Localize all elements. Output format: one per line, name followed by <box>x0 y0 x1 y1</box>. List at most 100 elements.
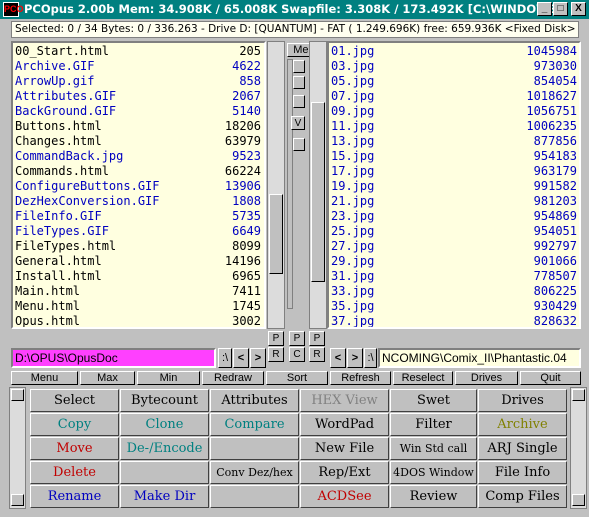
minimize-button[interactable]: _ <box>537 2 552 16</box>
center-toggle-4[interactable] <box>293 138 305 151</box>
file-row[interactable]: 13.jpg 877856 <box>331 134 577 149</box>
left-file-lister[interactable]: 00_Start.html 205 Archive.GIF 4622 ArrowUp.g… <box>11 41 266 329</box>
button-acdsee[interactable]: ACDSee <box>300 485 389 508</box>
right-r-button[interactable]: R <box>309 347 325 362</box>
app-icon[interactable]: PCO <box>3 2 24 17</box>
file-row[interactable]: 29.jpg 901066 <box>331 254 577 269</box>
button-file-info[interactable]: File Info <box>478 461 567 484</box>
file-row[interactable]: FileTypes.html 8099 <box>15 239 261 254</box>
right-bank-up[interactable] <box>572 389 585 401</box>
button-make-dir[interactable]: Make Dir <box>120 485 209 508</box>
left-p-button[interactable]: P <box>268 331 284 346</box>
file-row[interactable]: Commands.html 66224 <box>15 164 261 179</box>
file-row[interactable]: 19.jpg 991582 <box>331 179 577 194</box>
button-win-std-call[interactable]: Win Std call <box>390 437 477 460</box>
right-scrollbar[interactable] <box>309 41 327 329</box>
button-de-encode[interactable]: De-/Encode <box>120 437 209 460</box>
file-row[interactable]: 31.jpg 778507 <box>331 269 577 284</box>
center-v-button[interactable]: V <box>291 116 305 130</box>
file-row[interactable]: ArrowUp.gif 858 <box>15 74 261 89</box>
file-row[interactable]: 09.jpg 1056751 <box>331 104 577 119</box>
file-row[interactable]: Opus.html 3002 <box>15 314 261 327</box>
file-row[interactable]: BackGround.GIF 5140 <box>15 104 261 119</box>
button-wordpad[interactable]: WordPad <box>300 413 389 436</box>
center-toggle-1[interactable] <box>293 60 305 73</box>
file-row[interactable]: DezHexConversion.GIF 1808 <box>15 194 261 209</box>
left-back-button[interactable]: < <box>233 348 249 368</box>
file-row[interactable]: Buttons.html 18206 <box>15 119 261 134</box>
button-compare[interactable]: Compare <box>210 413 299 436</box>
file-row[interactable]: Install.html 6965 <box>15 269 261 284</box>
menu-redraw-button[interactable]: Redraw <box>202 371 264 385</box>
file-row[interactable]: ConfigureButtons.GIF 13906 <box>15 179 261 194</box>
button-rename[interactable]: Rename <box>30 485 119 508</box>
button-4dos-window[interactable]: 4DOS Window <box>390 461 477 484</box>
file-row[interactable]: 17.jpg 963179 <box>331 164 577 179</box>
button-comp-files[interactable]: Comp Files <box>478 485 567 508</box>
button-move[interactable]: Move <box>30 437 119 460</box>
menu-refresh-button[interactable]: Refresh <box>330 371 391 385</box>
center-toggle-3[interactable] <box>293 95 305 108</box>
center-toggle-2[interactable] <box>293 76 305 89</box>
center-p-button[interactable]: P <box>289 331 305 346</box>
file-row[interactable]: Archive.GIF 4622 <box>15 59 261 74</box>
button-bytecount[interactable]: Bytecount <box>120 389 209 412</box>
button-delete[interactable]: Delete <box>30 461 119 484</box>
menu-reselect-button[interactable]: Reselect <box>393 371 453 385</box>
close-button[interactable]: X <box>571 2 586 16</box>
right-bank-down[interactable] <box>572 494 585 506</box>
right-path-field[interactable]: NCOMING\Comix_II\Phantastic.04 <box>378 348 581 368</box>
file-row[interactable]: Attributes.GIF 2067 <box>15 89 261 104</box>
file-row[interactable]: 25.jpg 954051 <box>331 224 577 239</box>
right-p-button[interactable]: P <box>309 331 325 346</box>
button-hex-view[interactable]: HEX View <box>300 389 389 412</box>
button-clone[interactable]: Clone <box>120 413 209 436</box>
menu-menu-button[interactable]: Menu <box>11 371 78 385</box>
right-forward-button[interactable]: > <box>347 348 363 368</box>
left-root-button[interactable]: :\ <box>218 348 232 368</box>
menu-drives-button[interactable]: Drives <box>455 371 518 385</box>
button-arj-single[interactable]: ARJ Single <box>478 437 567 460</box>
button-archive[interactable]: Archive <box>478 413 567 436</box>
file-row[interactable]: FileInfo.GIF 5735 <box>15 209 261 224</box>
file-row[interactable]: 15.jpg 954183 <box>331 149 577 164</box>
right-file-lister[interactable]: 01.jpg 1045984 03.jpg 973030 05.jpg 854054 07.… <box>327 41 581 329</box>
left-r-button[interactable]: R <box>268 347 284 362</box>
button-review[interactable]: Review <box>390 485 477 508</box>
left-bank-scrollbar[interactable] <box>9 387 26 509</box>
button-new-file[interactable]: New File <box>300 437 389 460</box>
center-c-button[interactable]: C <box>289 347 305 362</box>
button-rep-ext[interactable]: Rep/Ext <box>300 461 389 484</box>
file-row[interactable]: Main.html 7411 <box>15 284 261 299</box>
button-select[interactable]: Select <box>30 389 119 412</box>
file-row[interactable]: 37.jpg 828632 <box>331 314 577 327</box>
right-scroll-thumb[interactable] <box>311 102 325 282</box>
button-swet[interactable]: Swet <box>390 389 477 412</box>
right-bank-scrollbar[interactable] <box>570 387 587 509</box>
file-row[interactable]: Changes.html 63979 <box>15 134 261 149</box>
file-row[interactable]: Menu.html 1745 <box>15 299 261 314</box>
file-row[interactable]: 35.jpg 930429 <box>331 299 577 314</box>
file-row[interactable]: 00_Start.html 205 <box>15 44 261 59</box>
left-path-field[interactable]: D:\OPUS\OpusDoc <box>11 348 216 368</box>
file-row[interactable]: General.html 14196 <box>15 254 261 269</box>
right-root-button[interactable]: :\ <box>364 348 377 368</box>
left-forward-button[interactable]: > <box>250 348 266 368</box>
menu-max-button[interactable]: Max <box>80 371 135 385</box>
right-back-button[interactable]: < <box>330 348 346 368</box>
left-bank-down[interactable] <box>11 494 24 506</box>
menu-min-button[interactable]: Min <box>137 371 200 385</box>
button-drives[interactable]: Drives <box>478 389 567 412</box>
button-filter[interactable]: Filter <box>390 413 477 436</box>
file-row[interactable]: 05.jpg 854054 <box>331 74 577 89</box>
file-row[interactable]: 11.jpg 1006235 <box>331 119 577 134</box>
file-row[interactable]: 01.jpg 1045984 <box>331 44 577 59</box>
button-empty[interactable] <box>120 461 209 484</box>
file-row[interactable]: FileTypes.GIF 6649 <box>15 224 261 239</box>
button-empty[interactable] <box>210 485 299 508</box>
button-attributes[interactable]: Attributes <box>210 389 299 412</box>
left-scrollbar[interactable] <box>267 41 285 329</box>
maximize-button[interactable]: □ <box>553 2 568 16</box>
file-row[interactable]: 03.jpg 973030 <box>331 59 577 74</box>
left-scroll-thumb[interactable] <box>269 194 283 274</box>
